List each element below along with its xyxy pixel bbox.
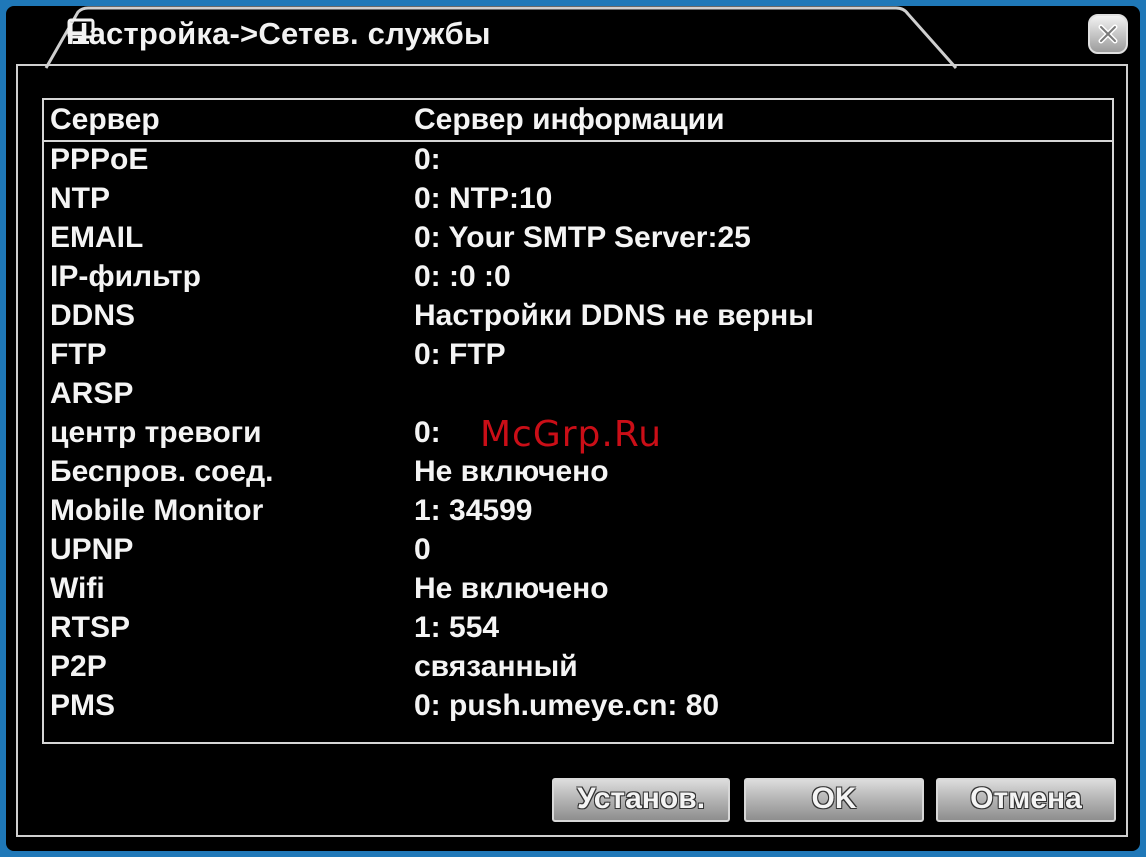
row-info: 0: :0 :0 bbox=[414, 260, 511, 293]
row-server: FTP bbox=[50, 338, 107, 371]
header-server: Сервер bbox=[50, 103, 160, 136]
window-title: Настройка->Сетев. службы bbox=[66, 16, 491, 52]
row-server: RTSP bbox=[50, 611, 131, 644]
close-icon bbox=[1098, 24, 1118, 44]
set-button[interactable]: Установ. bbox=[552, 778, 730, 822]
row-info: Не включено bbox=[414, 572, 609, 605]
table-row[interactable]: RTSP 1: 554 bbox=[44, 610, 1112, 649]
row-server: Mobile Monitor bbox=[50, 494, 264, 527]
table-row[interactable]: EMAIL 0: Your SMTP Server:25 bbox=[44, 220, 1112, 259]
table-row[interactable]: ARSP bbox=[44, 376, 1112, 415]
row-server: DDNS bbox=[50, 299, 136, 332]
table-row[interactable]: Mobile Monitor 1: 34599 bbox=[44, 493, 1112, 532]
ok-button[interactable]: OK bbox=[744, 778, 924, 822]
row-info: 0 bbox=[414, 533, 431, 566]
row-server: UPNP bbox=[50, 533, 134, 566]
row-info: Настройки DDNS не верны bbox=[414, 299, 814, 332]
table-row[interactable]: DDNS Настройки DDNS не верны bbox=[44, 298, 1112, 337]
row-info: 0: push.umeye.cn: 80 bbox=[414, 689, 720, 722]
cancel-button[interactable]: Отмена bbox=[936, 778, 1116, 822]
header-server-info: Сервер информации bbox=[414, 103, 725, 136]
settings-window: Настройка->Сетев. службы Сервер Сервер и… bbox=[6, 6, 1140, 851]
table-row[interactable]: PPPoE 0: bbox=[44, 142, 1112, 181]
table-row[interactable]: P2P связанный bbox=[44, 649, 1112, 688]
watermark: McGrp.Ru bbox=[480, 414, 663, 455]
row-info: 1: 34599 bbox=[414, 494, 533, 527]
monitor-icon bbox=[67, 18, 95, 44]
row-server: PPPoE bbox=[50, 143, 149, 176]
row-info: 0: FTP bbox=[414, 338, 506, 371]
row-server: ARSP bbox=[50, 377, 134, 410]
row-info: 0: bbox=[414, 416, 441, 449]
row-server: EMAIL bbox=[50, 221, 144, 254]
table-header: Сервер Сервер информации bbox=[44, 100, 1112, 142]
row-server: PMS bbox=[50, 689, 116, 722]
row-info: 0: NTP:10 bbox=[414, 182, 553, 215]
row-info: 0: bbox=[414, 143, 441, 176]
table-row[interactable]: UPNP 0 bbox=[44, 532, 1112, 571]
row-info: связанный bbox=[414, 650, 578, 683]
table-row[interactable]: Wifi Не включено bbox=[44, 571, 1112, 610]
row-server: P2P bbox=[50, 650, 107, 683]
title-tab: Настройка->Сетев. службы bbox=[6, 6, 966, 70]
row-info: Не включено bbox=[414, 455, 609, 488]
table-row[interactable]: NTP 0: NTP:10 bbox=[44, 181, 1112, 220]
table-row[interactable]: Беспров. соед. Не включено bbox=[44, 454, 1112, 493]
table-row[interactable]: PMS 0: push.umeye.cn: 80 bbox=[44, 688, 1112, 727]
row-info: 0: Your SMTP Server:25 bbox=[414, 221, 751, 254]
row-server: Беспров. соед. bbox=[50, 455, 274, 488]
row-server: IP-фильтр bbox=[50, 260, 201, 293]
table-row[interactable]: FTP 0: FTP bbox=[44, 337, 1112, 376]
window-title-text: Настройка->Сетев. службы bbox=[66, 16, 491, 51]
table-row[interactable]: IP-фильтр 0: :0 :0 bbox=[44, 259, 1112, 298]
row-server: Wifi bbox=[50, 572, 105, 605]
close-button[interactable] bbox=[1088, 14, 1128, 54]
row-server: центр тревоги bbox=[50, 416, 262, 449]
row-info: 1: 554 bbox=[414, 611, 500, 644]
row-server: NTP bbox=[50, 182, 110, 215]
